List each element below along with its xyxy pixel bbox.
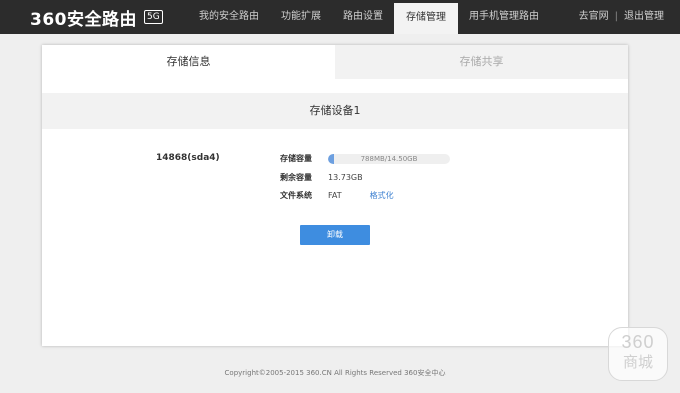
unmount-button[interactable]: 卸载 <box>300 225 370 245</box>
device-name: 14868(sda4) <box>156 153 220 163</box>
storage-tabs: 存储信息 存储共享 <box>42 45 628 79</box>
official-site-link[interactable]: 去官网 <box>579 0 609 34</box>
top-links: 去官网 | 退出管理 <box>579 0 664 34</box>
format-link[interactable]: 格式化 <box>370 190 394 201</box>
watermark-line2: 商城 <box>622 354 653 371</box>
filesystem-value: FAT <box>328 191 342 200</box>
main-nav: 我的安全路由 功能扩展 路由设置 存储管理 用手机管理路由 <box>188 0 550 34</box>
watermark-line1: 360 <box>621 332 655 352</box>
nav-storage-management[interactable]: 存储管理 <box>394 3 458 34</box>
top-navigation-bar: 360安全路由 5G 我的安全路由 功能扩展 路由设置 存储管理 用手机管理路由… <box>0 0 680 34</box>
filesystem-row: 文件系统 FAT 格式化 <box>280 190 394 201</box>
logo-5g-badge: 5G <box>144 10 163 24</box>
nav-mobile-management[interactable]: 用手机管理路由 <box>458 0 550 34</box>
nav-my-router[interactable]: 我的安全路由 <box>188 0 270 34</box>
logo-text: 360安全路由 <box>30 9 137 30</box>
remaining-row: 剩余容量 13.73GB <box>280 172 363 183</box>
tab-storage-info[interactable]: 存储信息 <box>42 45 335 79</box>
capacity-row: 存储容量 788MB/14.50GB <box>280 153 450 164</box>
remaining-label: 剩余容量 <box>280 173 312 182</box>
capacity-label: 存储容量 <box>280 154 312 163</box>
footer-copyright: Copyright©2005-2015 360.CN All Rights Re… <box>224 369 446 377</box>
logo[interactable]: 360安全路由 5G <box>30 6 163 30</box>
remaining-value: 13.73GB <box>328 173 363 182</box>
360-mall-watermark: 360 商城 <box>608 327 668 381</box>
logout-link[interactable]: 退出管理 <box>624 0 664 34</box>
tab-storage-sharing[interactable]: 存储共享 <box>335 45 628 79</box>
device-section-title: 存储设备1 <box>42 93 628 129</box>
filesystem-label: 文件系统 <box>280 191 312 200</box>
capacity-progress-text: 788MB/14.50GB <box>360 154 418 163</box>
nav-router-settings[interactable]: 路由设置 <box>332 0 394 34</box>
storage-card: 存储信息 存储共享 存储设备1 14868(sda4) 存储容量 788MB/1… <box>42 45 628 346</box>
capacity-progress-bar: 788MB/14.50GB <box>328 153 450 164</box>
nav-extensions[interactable]: 功能扩展 <box>270 0 332 34</box>
top-links-separator: | <box>614 11 618 22</box>
